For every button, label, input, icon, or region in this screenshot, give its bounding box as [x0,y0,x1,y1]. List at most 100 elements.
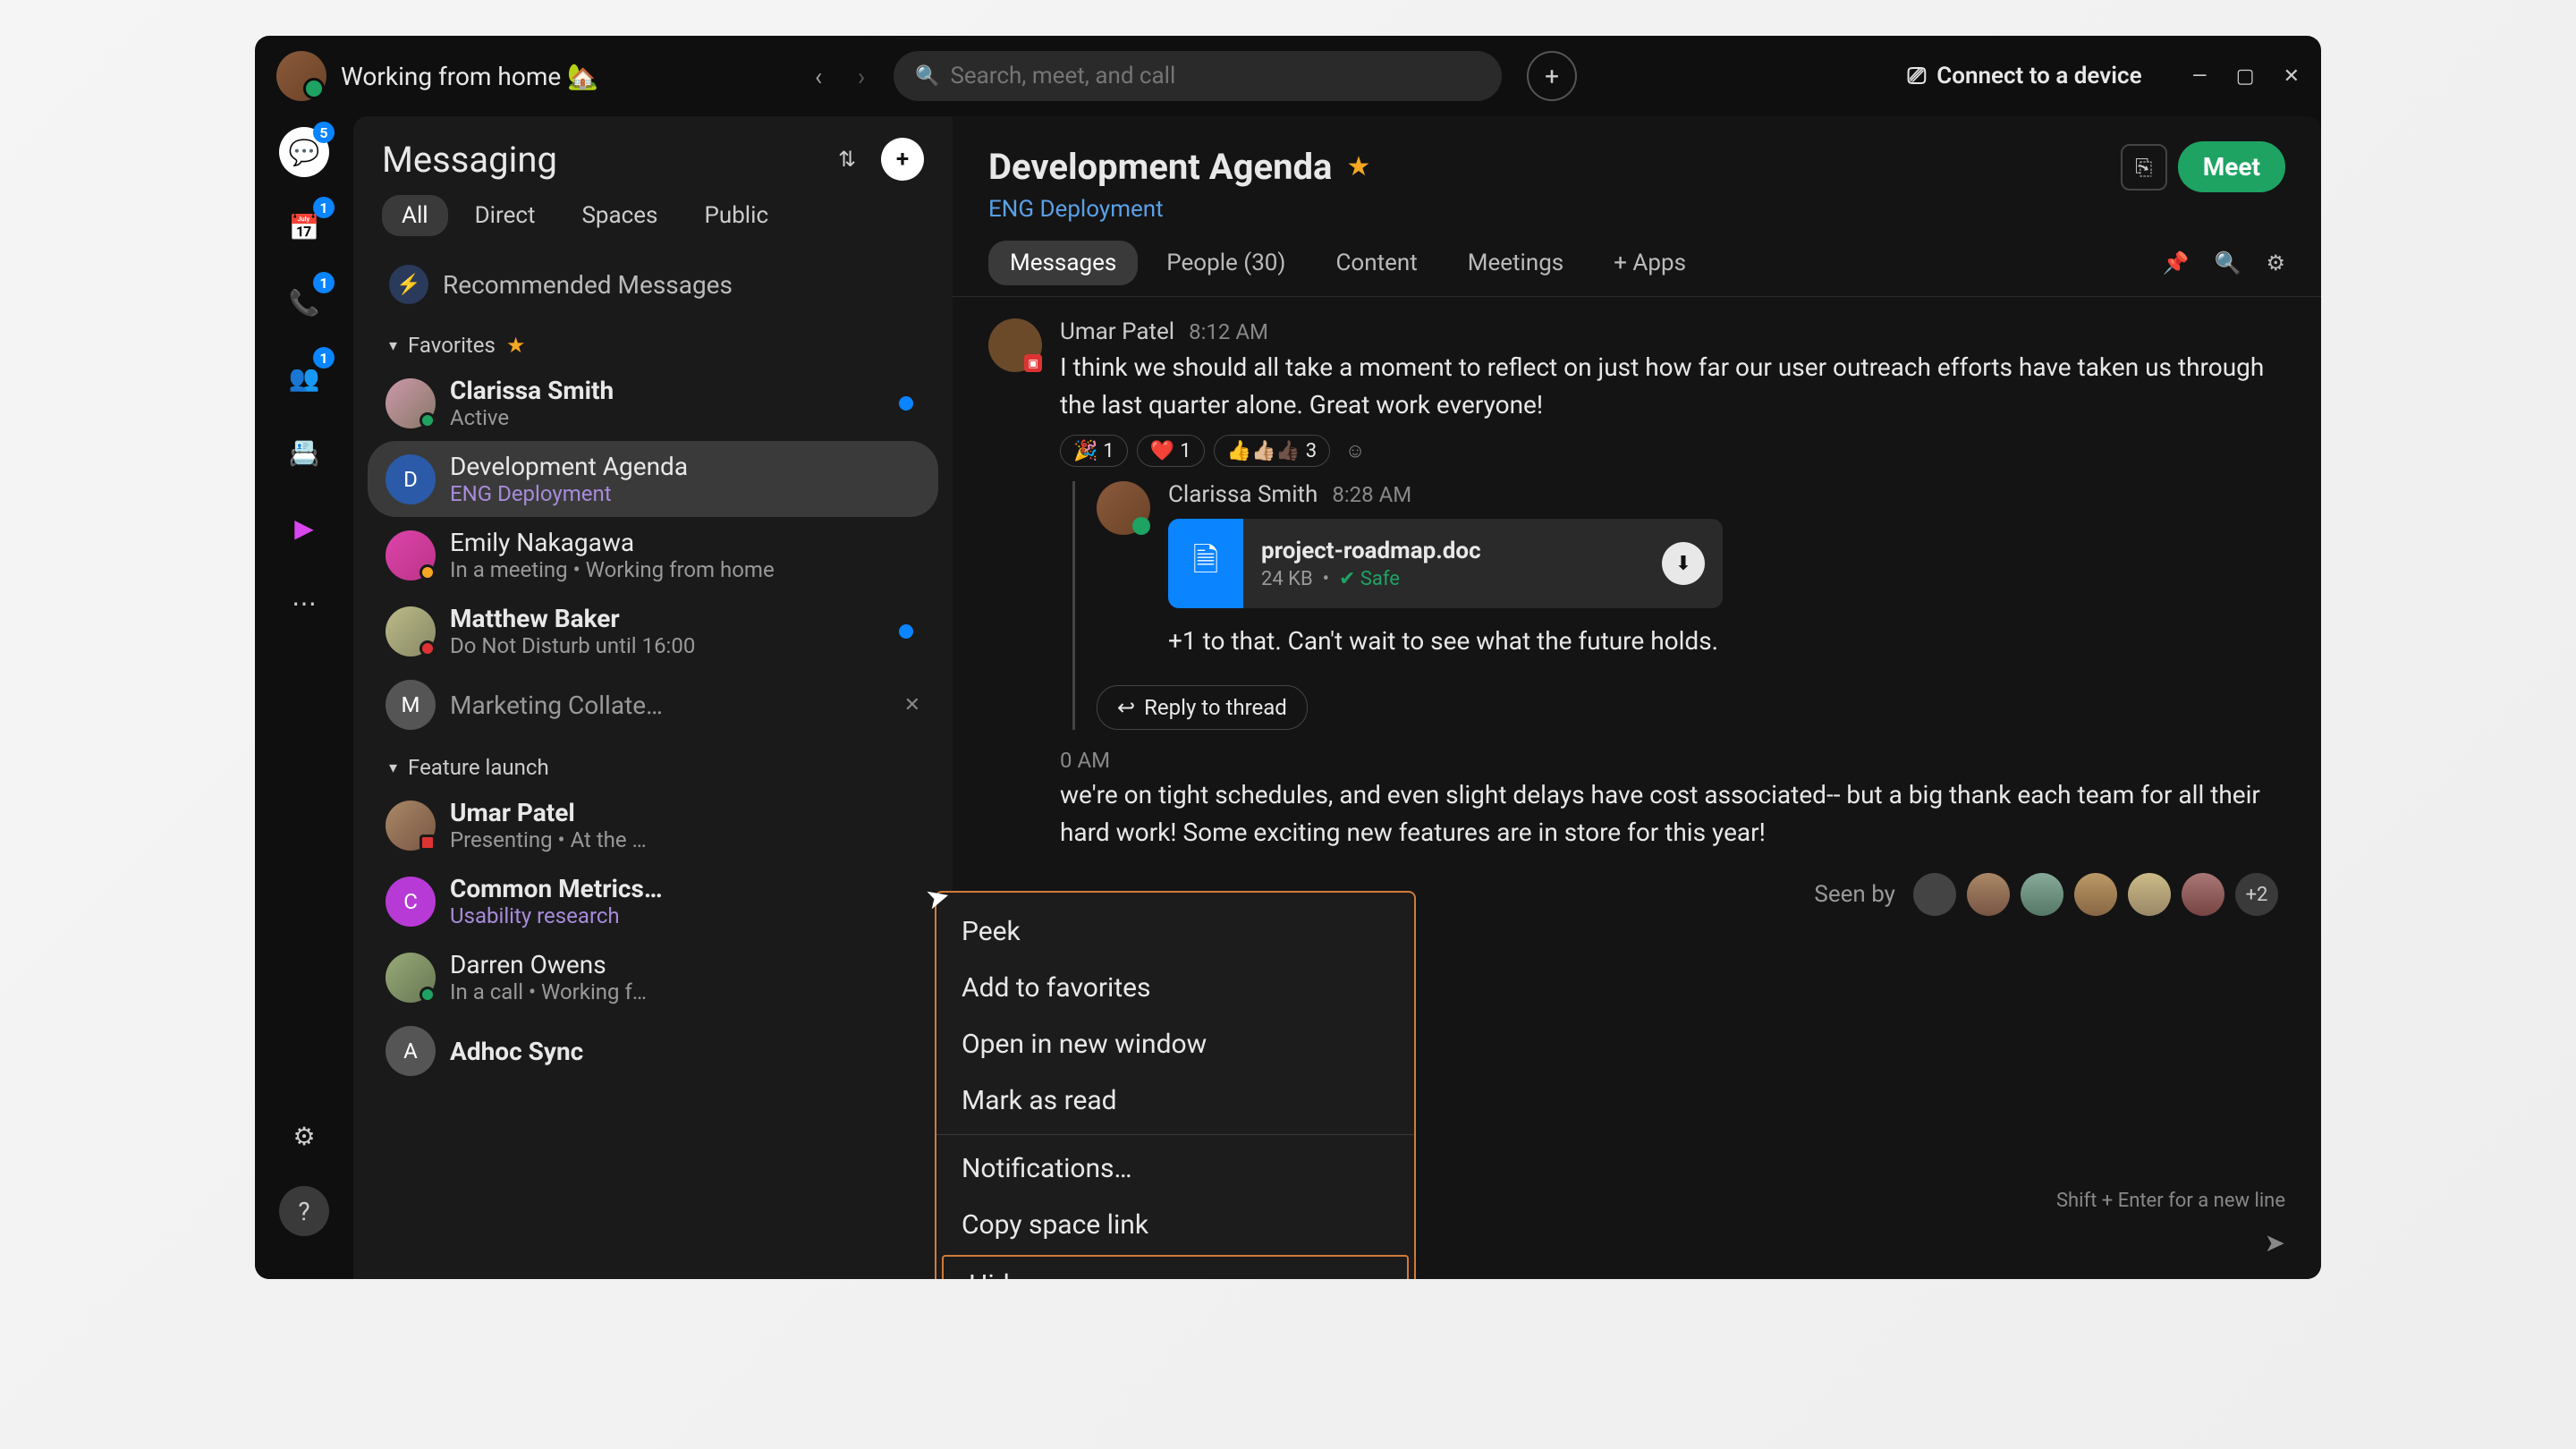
gear-icon: ⚙ [292,1122,315,1151]
chat-item-dev-agenda[interactable]: D Development AgendaENG Deployment [368,441,938,517]
chat-item-marketing[interactable]: M Marketing Collate… ✕ [368,669,938,741]
chevron-down-icon: ▾ [389,336,397,355]
meet-button[interactable]: Meet [2178,141,2285,192]
download-button[interactable]: ⬇ [1662,542,1705,585]
chat-item-emily[interactable]: Emily NakagawaIn a meeting • Working fro… [368,517,938,593]
main-header: Development Agenda ★ ⎘ Meet ENG Deployme… [953,116,2321,223]
chat-item-common-metrics[interactable]: C Common Metrics…Usability research [368,863,938,939]
connect-device[interactable]: ⎚ Connect to a device [1907,63,2141,90]
ctx-copy-link[interactable]: Copy space link [936,1197,1414,1253]
ctx-notifications[interactable]: Notifications… [936,1140,1414,1197]
reaction[interactable]: ❤️1 [1137,435,1205,467]
gear-icon[interactable]: ⚙ [2266,250,2285,275]
unread-indicator [899,396,913,411]
file-attachment[interactable]: 🗎 project-roadmap.doc 24 KB • ✔ Safe ⬇ [1168,519,1723,608]
reaction[interactable]: 👍👍🏼👍🏿3 [1214,435,1331,467]
nav-rail: 💬5 📅1 📞1 👥1 📇 ▶ ⋯ ⚙ ? [255,116,353,1279]
unread-indicator [899,624,913,639]
recommended-row[interactable]: ⚡ Recommended Messages [368,250,938,318]
presenting-icon: ▣ [1024,354,1042,372]
minimize-button[interactable]: — [2192,65,2207,88]
rail-settings[interactable]: ⚙ [279,1111,329,1161]
more-icon: ⋯ [292,589,317,618]
contacts-icon: 📇 [289,438,320,468]
search-icon: 🔍 [915,65,939,88]
chat-item-umar[interactable]: Umar PatelPresenting • At the … [368,787,938,863]
bolt-icon: ⚡ [389,265,428,304]
filter-spaces[interactable]: Spaces [562,195,677,236]
send-button[interactable]: ➤ [2265,1228,2285,1258]
thread: Clarissa Smith8:28 AM 🗎 project-roadmap.… [1072,481,2285,730]
reaction[interactable]: 🎉1 [1060,435,1128,467]
rail-teams[interactable]: 👥1 [279,352,329,402]
seen-more[interactable]: +2 [2235,873,2278,916]
add-button[interactable]: + [881,138,924,181]
search-box[interactable]: 🔍 [894,51,1502,101]
ctx-peek[interactable]: Peek [936,903,1414,960]
tab-people[interactable]: People (30) [1145,241,1307,285]
help-icon: ? [298,1197,309,1226]
star-icon: ★ [506,333,526,358]
user-avatar[interactable] [276,51,326,101]
reply-icon: ↩ [1117,695,1135,720]
tab-meetings[interactable]: Meetings [1446,241,1585,285]
filter-direct[interactable]: Direct [455,195,555,236]
avatar[interactable] [2182,873,2224,916]
search-icon[interactable]: 🔍 [2215,250,2241,275]
close-icon[interactable]: ✕ [904,694,920,716]
new-button[interactable]: + [1527,51,1577,101]
calendar-icon: 📅 [289,213,320,242]
sidebar: Messaging ⇅ + All Direct Spaces Public ⚡… [353,116,953,1279]
avatar[interactable] [2128,873,2171,916]
rail-messaging[interactable]: 💬5 [279,127,329,177]
star-icon[interactable]: ★ [1346,151,1370,182]
rail-calendar[interactable]: 📅1 [279,202,329,252]
avatar[interactable] [1913,873,1956,916]
reply-thread-button[interactable]: ↩Reply to thread [1097,685,1308,730]
tab-messages[interactable]: Messages [988,241,1138,285]
nav-forward-button[interactable]: › [843,58,879,94]
body: 💬5 📅1 📞1 👥1 📇 ▶ ⋯ ⚙ ? Messaging ⇅ + All … [255,116,2321,1279]
section-favorites[interactable]: ▾ Favorites ★ [368,318,938,365]
app-window: Working from home 🏡 ‹ › 🔍 + ⎚ Connect to… [255,36,2321,1279]
add-reaction-button[interactable]: ☺ [1339,435,1371,467]
tab-content[interactable]: Content [1314,241,1438,285]
user-status[interactable]: Working from home 🏡 [341,62,598,91]
avatar[interactable] [2074,873,2117,916]
sidebar-header: Messaging ⇅ + [368,138,938,195]
filter-all[interactable]: All [382,195,448,236]
close-button[interactable]: ✕ [2284,65,2300,88]
chat-item-matthew[interactable]: Matthew BakerDo Not Disturb until 16:00 [368,593,938,669]
chat-icon: 💬 [289,138,320,167]
chat-item-darren[interactable]: Darren OwensIn a call • Working f… [368,939,938,1015]
pin-icon[interactable]: 📌 [2163,250,2190,275]
rail-contacts[interactable]: 📇 [279,428,329,478]
room-subtitle[interactable]: ENG Deployment [988,196,2285,223]
search-input[interactable] [950,63,1480,89]
ctx-hide[interactable]: Hide [942,1255,1409,1279]
maximize-button[interactable]: ▢ [2236,65,2255,88]
filter-button[interactable]: ⇅ [827,140,867,179]
chat-item-clarissa[interactable]: Clarissa SmithActive [368,365,938,441]
nav-back-button[interactable]: ‹ [801,58,836,94]
section-feature-launch[interactable]: ▾ Feature launch [368,741,938,787]
filter-public[interactable]: Public [684,195,788,236]
ctx-favorite[interactable]: Add to favorites [936,960,1414,1016]
ctx-mark-read[interactable]: Mark as read [936,1072,1414,1129]
avatar[interactable] [1967,873,2010,916]
rail-calls[interactable]: 📞1 [279,277,329,327]
rail-play[interactable]: ▶ [279,503,329,553]
rail-help[interactable]: ? [279,1186,329,1236]
copy-link-button[interactable]: ⎘ [2121,144,2167,191]
people-icon: 👥 [289,363,320,393]
ctx-new-window[interactable]: Open in new window [936,1016,1414,1072]
phone-icon: 📞 [289,288,320,318]
avatar[interactable]: ▣ [988,318,1042,372]
chat-item-adhoc[interactable]: A Adhoc Sync [368,1015,938,1087]
context-menu: Peek Add to favorites Open in new window… [935,891,1416,1279]
avatar[interactable] [2021,873,2063,916]
titlebar: Working from home 🏡 ‹ › 🔍 + ⎚ Connect to… [255,36,2321,116]
tab-apps[interactable]: + Apps [1592,241,1707,285]
avatar[interactable] [1097,481,1150,535]
rail-more[interactable]: ⋯ [279,578,329,628]
